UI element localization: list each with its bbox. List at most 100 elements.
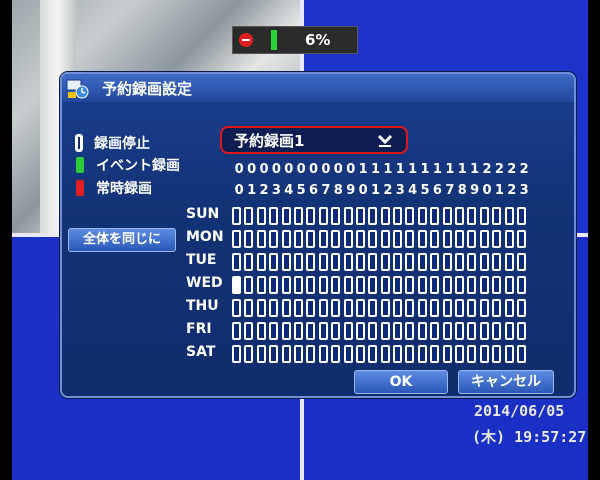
schedule-cell[interactable]	[343, 345, 353, 363]
schedule-cell[interactable]	[318, 207, 328, 225]
schedule-cell[interactable]	[516, 345, 526, 363]
schedule-cell[interactable]	[442, 253, 452, 271]
schedule-cell[interactable]	[281, 253, 291, 271]
schedule-cell[interactable]	[455, 299, 465, 317]
schedule-cell[interactable]	[318, 299, 328, 317]
schedule-cell[interactable]	[467, 230, 477, 248]
schedule-cell[interactable]	[318, 253, 328, 271]
schedule-cell[interactable]	[380, 230, 390, 248]
schedule-cell[interactable]	[368, 345, 378, 363]
schedule-cell[interactable]	[380, 299, 390, 317]
schedule-cell[interactable]	[430, 276, 440, 294]
schedule-cell[interactable]	[269, 322, 279, 340]
schedule-cell[interactable]	[232, 230, 241, 248]
schedule-cell[interactable]	[380, 322, 390, 340]
schedule-cell[interactable]	[306, 322, 316, 340]
schedule-cell[interactable]	[516, 299, 526, 317]
schedule-cell[interactable]	[343, 230, 353, 248]
schedule-cell[interactable]	[516, 207, 526, 225]
schedule-cell[interactable]	[467, 276, 477, 294]
schedule-cell[interactable]	[293, 207, 303, 225]
schedule-cell[interactable]	[269, 276, 279, 294]
schedule-cell[interactable]	[405, 345, 415, 363]
schedule-cell[interactable]	[455, 276, 465, 294]
schedule-cell[interactable]	[244, 322, 254, 340]
schedule-cell[interactable]	[455, 322, 465, 340]
schedule-cell[interactable]	[318, 345, 328, 363]
schedule-cell[interactable]	[430, 230, 440, 248]
schedule-cell[interactable]	[380, 207, 390, 225]
schedule-cell[interactable]	[430, 299, 440, 317]
schedule-cell[interactable]	[281, 322, 291, 340]
schedule-cell[interactable]	[417, 345, 427, 363]
schedule-cell[interactable]	[244, 276, 254, 294]
schedule-cell[interactable]	[504, 345, 514, 363]
schedule-cell[interactable]	[256, 253, 266, 271]
schedule-cell[interactable]	[368, 207, 378, 225]
schedule-cell[interactable]	[232, 207, 241, 225]
schedule-cell[interactable]	[504, 322, 514, 340]
schedule-cell[interactable]	[331, 207, 341, 225]
schedule-cell[interactable]	[417, 207, 427, 225]
schedule-cell[interactable]	[405, 207, 415, 225]
schedule-cell[interactable]	[318, 276, 328, 294]
schedule-cell[interactable]	[306, 345, 316, 363]
schedule-cell[interactable]	[232, 276, 241, 294]
schedule-cell[interactable]	[368, 322, 378, 340]
schedule-cell[interactable]	[504, 230, 514, 248]
schedule-cell[interactable]	[244, 230, 254, 248]
schedule-cell[interactable]	[331, 299, 341, 317]
schedule-cell[interactable]	[269, 299, 279, 317]
schedule-cell[interactable]	[492, 345, 502, 363]
schedule-cell[interactable]	[331, 322, 341, 340]
schedule-cell[interactable]	[232, 322, 241, 340]
schedule-cell[interactable]	[331, 253, 341, 271]
schedule-cell[interactable]	[417, 276, 427, 294]
schedule-cell[interactable]	[405, 299, 415, 317]
schedule-cell[interactable]	[355, 276, 365, 294]
schedule-cell[interactable]	[331, 276, 341, 294]
schedule-cell[interactable]	[306, 276, 316, 294]
schedule-cell[interactable]	[368, 299, 378, 317]
schedule-cell[interactable]	[492, 230, 502, 248]
schedule-cell[interactable]	[269, 207, 279, 225]
schedule-cell[interactable]	[430, 207, 440, 225]
schedule-cell[interactable]	[306, 253, 316, 271]
schedule-cell[interactable]	[479, 299, 489, 317]
schedule-cell[interactable]	[343, 322, 353, 340]
schedule-cell[interactable]	[492, 299, 502, 317]
schedule-cell[interactable]	[244, 345, 254, 363]
schedule-cell[interactable]	[380, 345, 390, 363]
schedule-cell[interactable]	[355, 230, 365, 248]
schedule-cell[interactable]	[516, 230, 526, 248]
schedule-cell[interactable]	[380, 276, 390, 294]
schedule-cell[interactable]	[417, 230, 427, 248]
chevron-down-icon[interactable]	[376, 131, 394, 149]
schedule-cell[interactable]	[405, 230, 415, 248]
schedule-cell[interactable]	[368, 230, 378, 248]
schedule-cell[interactable]	[244, 207, 254, 225]
schedule-cell[interactable]	[504, 253, 514, 271]
schedule-cell[interactable]	[343, 253, 353, 271]
schedule-cell[interactable]	[479, 276, 489, 294]
schedule-cell[interactable]	[355, 322, 365, 340]
schedule-cell[interactable]	[405, 253, 415, 271]
schedule-cell[interactable]	[393, 322, 403, 340]
schedule-cell[interactable]	[380, 253, 390, 271]
schedule-cell[interactable]	[492, 253, 502, 271]
schedule-cell[interactable]	[455, 230, 465, 248]
schedule-cell[interactable]	[455, 345, 465, 363]
schedule-cell[interactable]	[244, 299, 254, 317]
schedule-cell[interactable]	[455, 253, 465, 271]
schedule-cell[interactable]	[430, 345, 440, 363]
schedule-cell[interactable]	[455, 207, 465, 225]
schedule-cell[interactable]	[393, 253, 403, 271]
schedule-cell[interactable]	[368, 276, 378, 294]
schedule-cell[interactable]	[331, 345, 341, 363]
schedule-cell[interactable]	[417, 322, 427, 340]
schedule-cell[interactable]	[430, 322, 440, 340]
schedule-cell[interactable]	[479, 207, 489, 225]
schedule-cell[interactable]	[479, 345, 489, 363]
schedule-cell[interactable]	[442, 345, 452, 363]
schedule-cell[interactable]	[331, 230, 341, 248]
